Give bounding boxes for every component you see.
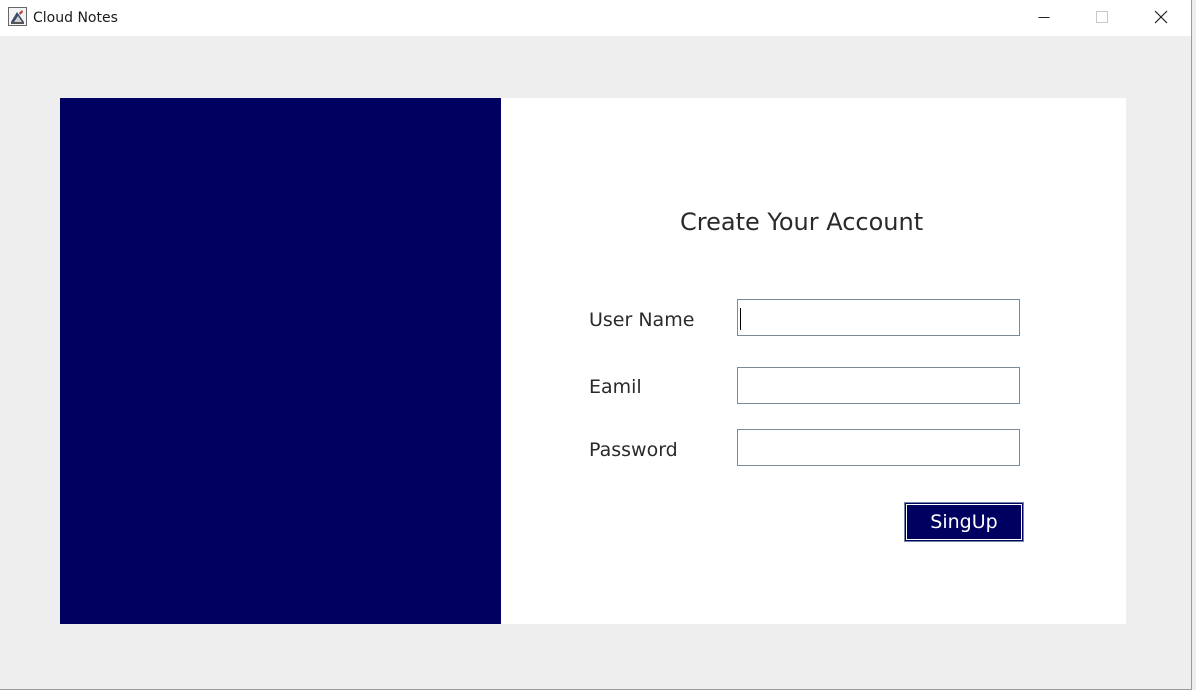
minimize-icon (1038, 16, 1050, 18)
close-icon (1154, 10, 1168, 23)
form-heading: Create Your Account (680, 208, 924, 236)
password-label: Password (589, 439, 678, 461)
java-cup-icon (8, 7, 27, 26)
app-window: Cloud Notes Create Your Account User Nam… (0, 0, 1192, 690)
brand-panel (60, 98, 501, 624)
username-input[interactable] (737, 299, 1020, 336)
text-cursor (740, 308, 741, 330)
close-button[interactable] (1138, 0, 1184, 33)
title-bar[interactable]: Cloud Notes (0, 0, 1191, 36)
maximize-button[interactable] (1079, 0, 1125, 33)
email-label: Eamil (589, 376, 642, 398)
window-title: Cloud Notes (33, 10, 118, 26)
email-input[interactable] (737, 367, 1020, 404)
minimize-button[interactable] (1021, 0, 1067, 33)
password-input[interactable] (737, 429, 1020, 466)
signup-button[interactable]: SingUp (904, 502, 1024, 542)
signup-form-panel (501, 98, 1126, 624)
maximize-icon (1096, 10, 1108, 23)
username-label: User Name (589, 309, 695, 331)
